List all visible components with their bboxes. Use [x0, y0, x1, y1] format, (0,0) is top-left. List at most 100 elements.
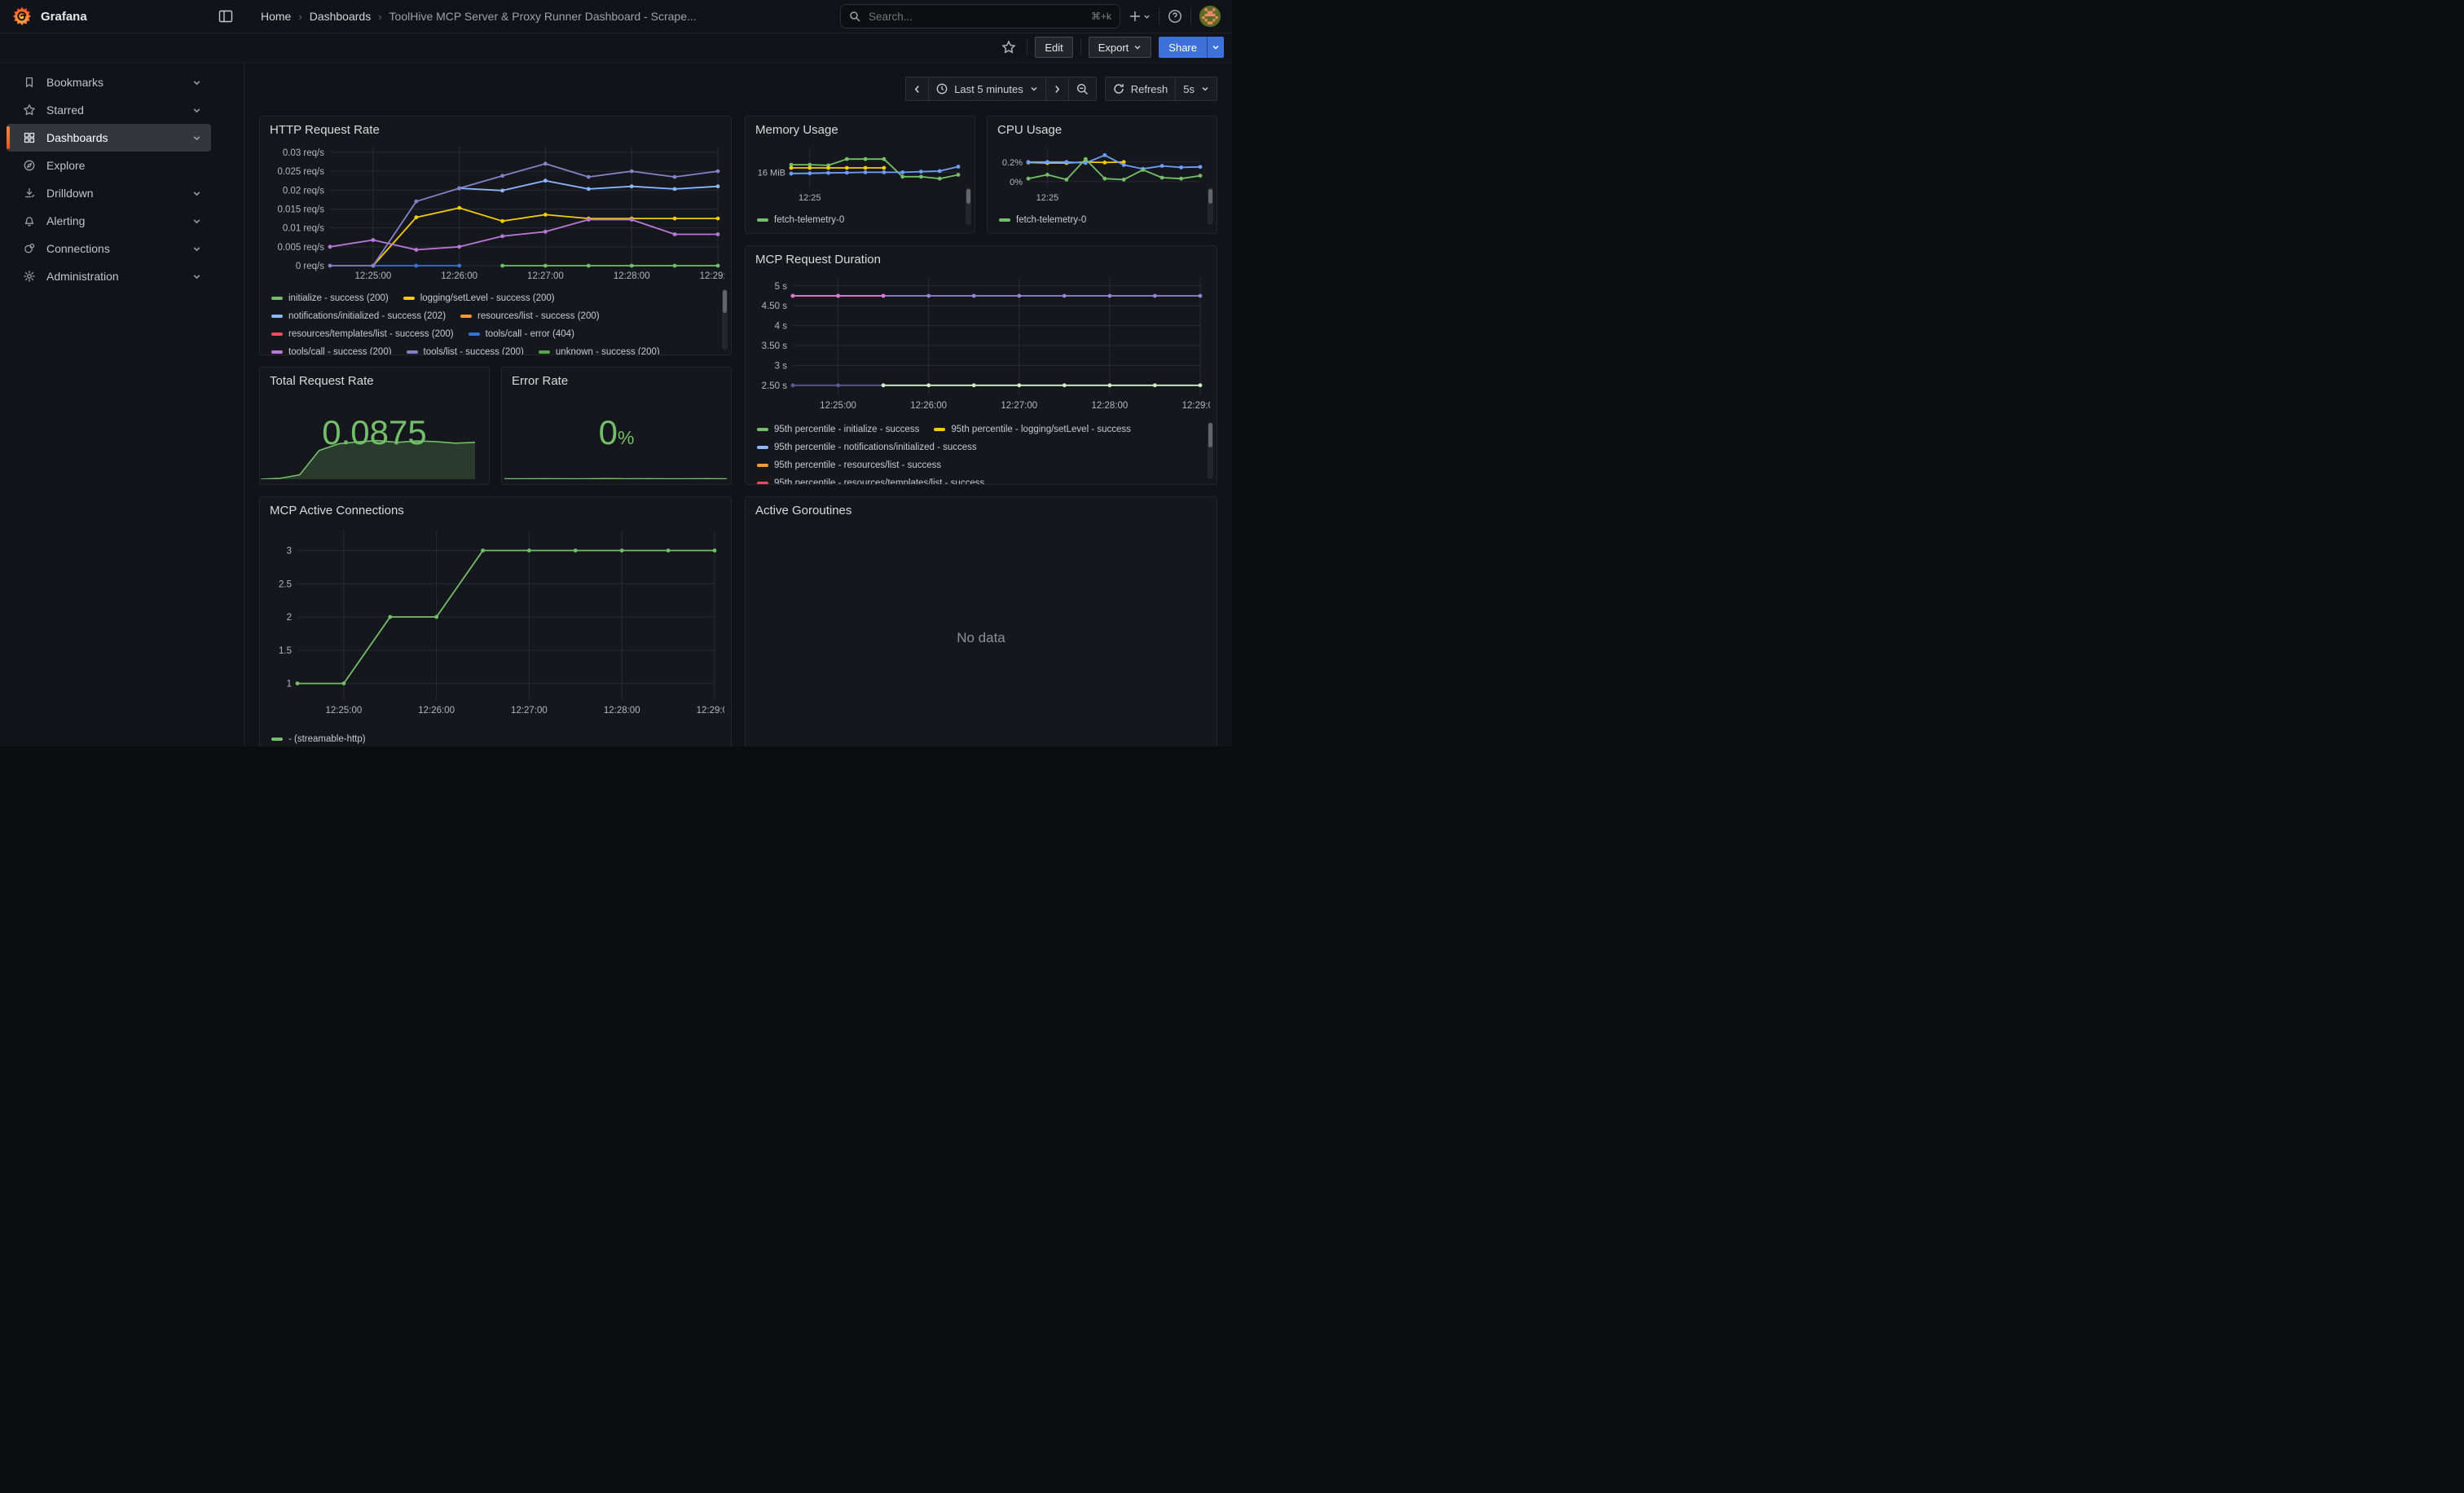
chevron-down-icon[interactable] — [192, 78, 201, 87]
legend-color-pill — [934, 428, 945, 431]
user-avatar[interactable] — [1199, 6, 1221, 27]
legend-item[interactable]: 95th percentile - resources/list - succe… — [757, 460, 941, 470]
legend-label: 95th percentile - notifications/initiali… — [774, 443, 977, 452]
legend-item[interactable]: initialize - success (200) — [271, 293, 389, 303]
sidebar-item-bookmarks[interactable]: Bookmarks — [7, 68, 211, 96]
breadcrumb-item[interactable]: Home — [261, 10, 291, 23]
share-button[interactable]: Share — [1159, 37, 1207, 58]
cpu-usage-chart[interactable]: 12:250.2%0% — [996, 139, 1210, 209]
chevron-down-icon[interactable] — [192, 272, 201, 281]
legend-row: resources/templates/list - success (200)… — [271, 325, 724, 343]
zoom-out-button[interactable] — [1069, 77, 1097, 101]
panel-title[interactable]: Error Rate — [512, 374, 724, 388]
sidebar-item-connections[interactable]: Connections — [7, 235, 211, 262]
sidebar-item-starred[interactable]: Starred — [7, 96, 211, 124]
search-box[interactable]: ⌘+k — [840, 4, 1120, 29]
panel-title[interactable]: CPU Usage — [997, 123, 1210, 137]
svg-text:12:25:00: 12:25:00 — [820, 401, 856, 411]
legend-item[interactable]: 95th percentile - notifications/initiali… — [757, 443, 977, 452]
svg-text:3 s: 3 s — [775, 361, 788, 371]
legend-item[interactable]: tools/call - success (200) — [271, 347, 392, 355]
mcp-active-connections-chart[interactable]: 12:25:0012:26:0012:27:0012:28:0012:29:00… — [268, 519, 724, 729]
chevron-down-icon — [1201, 85, 1209, 93]
legend-item[interactable]: 95th percentile - initialize - success — [757, 425, 919, 434]
legend-item[interactable]: 95th percentile - logging/setLevel - suc… — [934, 425, 1131, 434]
chevron-down-icon[interactable] — [192, 217, 201, 226]
legend-color-pill — [539, 350, 550, 354]
panel-scrollbar[interactable] — [1208, 187, 1213, 225]
search-input[interactable] — [867, 10, 1085, 24]
legend-item[interactable]: - (streamable-http) — [271, 734, 366, 744]
legend-label: tools/call - success (200) — [288, 347, 392, 355]
memory-usage-chart[interactable]: 12:2516 MiB — [754, 139, 968, 209]
legend-item[interactable]: unknown - success (200) — [539, 347, 660, 355]
sidebar-item-explore[interactable]: Explore — [7, 152, 211, 179]
legend-color-pill — [757, 482, 768, 485]
legend-label: 95th percentile - logging/setLevel - suc… — [951, 425, 1131, 434]
legend-scrollbar[interactable] — [1208, 422, 1213, 479]
breadcrumb-separator: › — [298, 11, 301, 23]
time-range-group: Last 5 minutes — [905, 77, 1097, 101]
panel-memory-usage: Memory Usage 12:2516 MiB fetch-telemetry… — [745, 116, 975, 234]
chevron-down-icon[interactable] — [192, 244, 201, 253]
time-back-button[interactable] — [905, 77, 929, 101]
sidebar-item-alerting[interactable]: Alerting — [7, 207, 211, 235]
bell-icon — [23, 214, 36, 227]
legend-label: resources/list - success (200) — [477, 311, 600, 321]
panel-title[interactable]: Active Goroutines — [755, 504, 1210, 517]
svg-text:12:26:00: 12:26:00 — [418, 706, 455, 716]
legend-item[interactable]: notifications/initialized - success (202… — [271, 311, 446, 321]
legend-item[interactable]: logging/setLevel - success (200) — [403, 293, 555, 303]
help-icon[interactable] — [1168, 9, 1182, 24]
legend-color-pill — [271, 350, 283, 354]
legend-row: notifications/initialized - success (202… — [271, 307, 724, 325]
chevron-down-icon[interactable] — [192, 134, 201, 143]
panel-title[interactable]: MCP Request Duration — [755, 253, 1210, 266]
panel-title[interactable]: Total Request Rate — [270, 374, 482, 388]
svg-text:12:27:00: 12:27:00 — [527, 271, 564, 281]
legend-item[interactable]: resources/templates/list - success (200) — [271, 329, 454, 339]
panel-title[interactable]: HTTP Request Rate — [270, 123, 724, 137]
legend-item[interactable]: 95th percentile - resources/templates/li… — [757, 478, 984, 485]
http-request-rate-chart[interactable]: 12:25:0012:26:0012:27:0012:28:0012:29:00… — [268, 139, 724, 288]
legend-color-pill — [271, 738, 283, 741]
sidebar-item-drilldown[interactable]: Drilldown — [7, 179, 211, 207]
legend-scrollbar[interactable] — [722, 289, 728, 350]
time-forward-button[interactable] — [1046, 77, 1069, 101]
breadcrumb-item[interactable]: Dashboards — [310, 10, 372, 23]
panel-title[interactable]: MCP Active Connections — [270, 504, 724, 517]
legend-item[interactable]: tools/list - success (200) — [407, 347, 524, 355]
share-menu-button[interactable] — [1207, 37, 1224, 58]
time-range-picker[interactable]: Last 5 minutes — [929, 77, 1046, 101]
compass-icon — [23, 159, 36, 172]
panel-scrollbar[interactable] — [966, 187, 971, 225]
mcp-request-duration-chart[interactable]: 12:25:0012:26:0012:27:0012:28:0012:29:00… — [754, 268, 1210, 419]
sidebar-item-label: Starred — [46, 103, 84, 117]
legend-color-pill — [407, 350, 418, 354]
chevron-down-icon[interactable] — [192, 106, 201, 115]
edit-button[interactable]: Edit — [1035, 37, 1072, 58]
legend-color-pill — [403, 297, 415, 300]
refresh-interval-picker[interactable]: 5s — [1176, 77, 1217, 101]
svg-text:0%: 0% — [1010, 178, 1023, 187]
sidebar-item-label: Drilldown — [46, 187, 94, 200]
legend-row: initialize - success (200) logging/setLev… — [271, 289, 724, 307]
sidebar-item-administration[interactable]: Administration — [7, 262, 211, 290]
legend-row: 95th percentile - resources/list - succe… — [757, 456, 1210, 474]
legend-item[interactable]: fetch-telemetry-0 — [757, 215, 844, 225]
divider — [1190, 8, 1191, 24]
legend-label: unknown - success (200) — [556, 347, 660, 355]
dock-sidebar-icon[interactable] — [215, 6, 236, 27]
legend-item[interactable]: resources/list - success (200) — [460, 311, 600, 321]
chevron-down-icon[interactable] — [192, 189, 201, 198]
export-button[interactable]: Export — [1089, 37, 1152, 58]
sidebar-item-dashboards[interactable]: Dashboards — [7, 124, 211, 152]
panel-error-rate: Error Rate 0% — [501, 367, 732, 485]
legend-item[interactable]: tools/call - error (404) — [469, 329, 574, 339]
connections-icon — [23, 242, 36, 255]
panel-title[interactable]: Memory Usage — [755, 123, 968, 137]
add-new-button[interactable] — [1129, 10, 1151, 23]
refresh-button[interactable]: Refresh — [1105, 77, 1177, 101]
favorite-star-icon[interactable] — [998, 40, 1019, 55]
legend-item[interactable]: fetch-telemetry-0 — [999, 215, 1086, 225]
